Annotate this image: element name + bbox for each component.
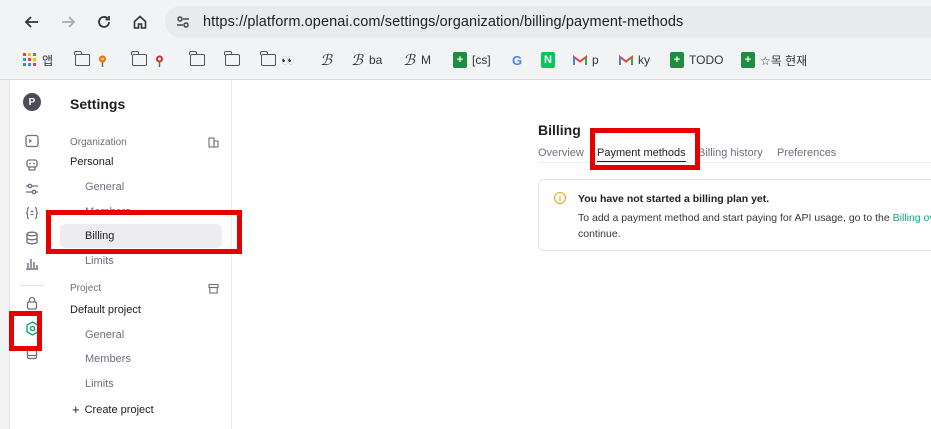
bookmark-sheet-today[interactable]: + ☆목 현재 [740, 50, 807, 70]
lock-icon[interactable] [24, 295, 40, 311]
bookmark-folder[interactable] [73, 50, 114, 70]
bookmark-google[interactable]: G [509, 50, 529, 70]
google-sheets-icon: + [740, 52, 756, 68]
bookmark-label: p [592, 53, 599, 67]
bookmark-folder[interactable]: 👀 [259, 50, 300, 70]
site-settings-icon[interactable] [173, 12, 193, 32]
notice-title: You have not started a billing plan yet. [578, 193, 770, 205]
json-braces-icon[interactable] [24, 205, 40, 221]
flower-icon [151, 52, 167, 68]
gmail-icon [572, 52, 588, 68]
folder-icon [130, 51, 147, 68]
bookmark-label: [cs] [472, 53, 491, 67]
bookmark-label: TODO [689, 53, 724, 67]
project-name: Default project [70, 304, 141, 316]
bookmark-folder[interactable] [223, 50, 244, 70]
bookmark-script-ba[interactable]: ℬ ba [349, 50, 382, 70]
bookmark-label: ☆목 현재 [760, 53, 808, 68]
bookmark-label: ba [369, 53, 383, 67]
window-edge [0, 80, 10, 429]
highlight-box-settings-icon [9, 311, 42, 351]
tab-preferences[interactable]: Preferences [777, 147, 836, 159]
reload-button[interactable] [91, 9, 117, 35]
sidebar-item-project-members[interactable]: Members [60, 347, 222, 371]
apps-grid-icon [22, 52, 38, 68]
flower-icon [94, 52, 110, 68]
archive-box-icon [207, 282, 219, 294]
bookmark-label: 앱 [42, 53, 54, 68]
script-b-icon: ℬ [403, 51, 415, 69]
eyes-icon: 👀 [281, 54, 295, 67]
bookmark-script-m[interactable]: ℬ M [401, 50, 431, 70]
bookmark-naver[interactable]: N [540, 50, 560, 70]
google-sheets-icon: + [452, 52, 468, 68]
main-content: Billing Overview Payment methods Billing… [232, 80, 931, 429]
bookmark-apps[interactable]: 앱 [22, 50, 53, 70]
billing-overview-link[interactable]: Billing overview [893, 212, 931, 224]
bookmark-sheet-todo[interactable]: + TODO [669, 50, 723, 70]
org-avatar[interactable]: P [23, 93, 41, 111]
folder-icon [223, 51, 240, 68]
gmail-icon [618, 52, 634, 68]
google-icon: G [511, 52, 523, 68]
bookmark-gmail-p[interactable]: p [572, 50, 599, 70]
bar-chart-icon[interactable] [24, 255, 40, 271]
folder-icon [259, 51, 276, 68]
back-button[interactable] [19, 9, 45, 35]
forward-button[interactable] [55, 9, 81, 35]
bookmark-script[interactable]: ℬ [318, 50, 338, 70]
sidebar-title: Settings [70, 96, 126, 112]
settings-sidebar: Settings Organization Personal General M… [54, 80, 232, 429]
tab-billing-history[interactable]: Billing history [698, 147, 763, 159]
folder-icon [73, 51, 90, 68]
icon-rail: P [10, 80, 54, 429]
bookmark-sheet-cs[interactable]: + [cs] [452, 50, 491, 70]
rail-divider [20, 285, 44, 286]
sliders-icon[interactable] [24, 181, 40, 197]
tab-overview[interactable]: Overview [538, 147, 584, 159]
bookmark-label: M [421, 53, 431, 67]
database-icon[interactable] [24, 230, 40, 246]
info-icon: i [554, 192, 566, 204]
assistant-bot-icon[interactable] [24, 157, 40, 173]
naver-icon: N [540, 52, 556, 68]
highlight-box-billing-item [46, 210, 242, 254]
back-arrow-icon [24, 16, 38, 28]
forward-arrow-icon [62, 16, 76, 28]
bookmark-label: ky [638, 53, 650, 67]
url-text[interactable]: https://platform.openai.com/settings/org… [203, 14, 683, 30]
bookmark-folder[interactable] [130, 50, 171, 70]
folder-icon [188, 51, 205, 68]
terminal-icon[interactable] [24, 133, 40, 149]
section-label-project: Project [70, 283, 102, 294]
section-label-organization: Organization [70, 137, 127, 148]
reload-icon [98, 16, 110, 28]
organization-name: Personal [70, 156, 114, 168]
bookmark-folder[interactable] [188, 50, 209, 70]
billing-notice: i You have not started a billing plan ye… [538, 179, 931, 251]
create-project-button[interactable]: + Create project [72, 402, 154, 417]
sidebar-item-org-general[interactable]: General [60, 175, 222, 199]
address-bar[interactable]: https://platform.openai.com/settings/org… [165, 6, 931, 38]
google-sheets-icon: + [669, 52, 685, 68]
home-button[interactable] [127, 9, 153, 35]
home-icon [133, 15, 147, 29]
highlight-box-payment-tab [590, 128, 700, 170]
sidebar-item-project-limits[interactable]: Limits [60, 372, 222, 396]
building-icon [207, 136, 219, 148]
page-title: Billing [538, 122, 581, 138]
plus-icon: + [72, 402, 80, 417]
script-b-icon: ℬ [320, 51, 332, 69]
sidebar-item-project-general[interactable]: General [60, 323, 222, 347]
script-b-icon: ℬ [351, 51, 363, 69]
notice-body: To add a payment method and start paying… [578, 210, 931, 242]
bookmark-gmail-ky[interactable]: ky [618, 50, 650, 70]
